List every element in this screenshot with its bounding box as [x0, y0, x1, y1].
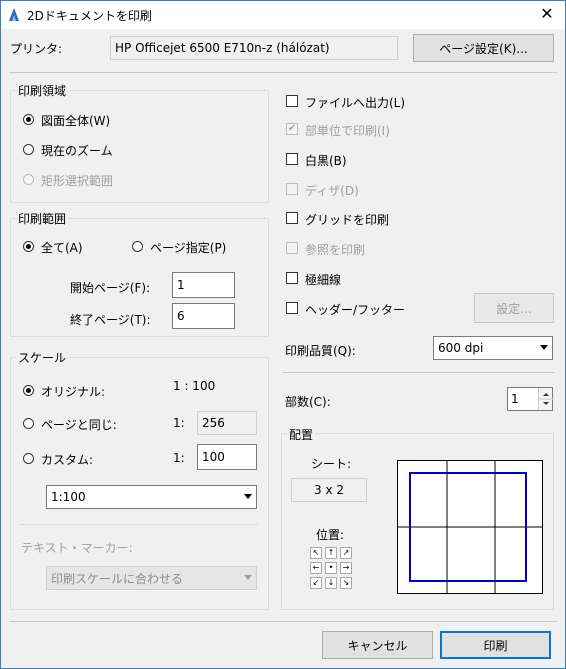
dither-label: ディザ(D) — [305, 184, 359, 198]
scale-fit-page-label[interactable]: ページと同じ: — [41, 416, 117, 433]
print-dialog: 2Dドキュメントを印刷 ✕ プリンタ: HP Officejet 6500 E7… — [0, 0, 566, 669]
start-page-label: 開始ページ(F): — [70, 281, 151, 295]
position-bottom-left-icon[interactable]: ↙ — [310, 577, 322, 589]
black-white-checkbox[interactable] — [286, 153, 298, 165]
radio-whole-drawing[interactable] — [23, 114, 34, 125]
layout-title: 配置 — [287, 426, 316, 443]
printer-name-field: HP Officejet 6500 E710n-z (hálózat) — [110, 36, 398, 60]
separator — [9, 72, 557, 73]
scale-fit-page-value: 256 — [197, 411, 257, 435]
text-marker-label: テキスト・マーカー: — [21, 541, 133, 555]
print-quality-label: 印刷品質(Q): — [285, 344, 356, 358]
scale-fit-page-prefix: 1: — [173, 416, 185, 430]
print-quality-value: 600 dpi — [438, 341, 484, 355]
position-right-icon[interactable]: → — [340, 562, 352, 574]
scale-custom-label[interactable]: カスタム: — [41, 451, 93, 468]
scale-separator — [20, 524, 258, 525]
page-setup-button[interactable]: ページ設定(K)... — [413, 34, 554, 62]
sheets-value-text: 3 x 2 — [314, 483, 344, 497]
position-grid: ↖ ↑ ↗ ← • → ↙ ↓ ↘ — [310, 547, 354, 591]
thin-lines-label[interactable]: 極細線 — [305, 271, 341, 288]
footer-separator — [9, 621, 557, 622]
print-by-unit-label: 部単位で印刷(I) — [305, 124, 390, 138]
copies-spinner[interactable] — [538, 388, 553, 410]
window-title: 2Dドキュメントを印刷 — [27, 9, 152, 23]
scale-original-label[interactable]: オリジナル: — [41, 383, 105, 400]
cancel-button[interactable]: キャンセル — [322, 631, 433, 659]
copies-label: 部数(C): — [285, 395, 331, 409]
scale-title: スケール — [16, 349, 69, 366]
options-separator — [283, 372, 554, 373]
header-footer-label[interactable]: ヘッダー/フッター — [305, 301, 405, 318]
title-bar: 2Dドキュメントを印刷 ✕ — [1, 1, 565, 29]
header-footer-settings-button: 設定... — [474, 293, 554, 323]
scale-custom-prefix: 1: — [173, 451, 185, 465]
position-top-right-icon[interactable]: ↗ — [340, 547, 352, 559]
radio-rect-selection — [23, 174, 34, 185]
radio-all-pages-label[interactable]: 全て(A) — [41, 239, 83, 256]
dither-checkbox — [286, 183, 298, 195]
chevron-down-icon — [244, 494, 252, 499]
radio-rect-selection-label: 矩形選択範囲 — [41, 174, 114, 188]
copies-input[interactable]: 1 — [507, 387, 553, 411]
text-marker-select-value: 印刷スケールに合わせる — [51, 571, 184, 586]
text-marker-select: 印刷スケールに合わせる — [46, 566, 257, 590]
scale-select-value: 1:100 — [51, 490, 86, 504]
sheets-value: 3 x 2 — [291, 478, 367, 502]
print-quality-select[interactable]: 600 dpi — [433, 336, 553, 360]
print-reference-label: 参照を印刷 — [305, 243, 366, 257]
sheet-layout-preview — [397, 460, 543, 594]
position-bottom-icon[interactable]: ↓ — [325, 577, 337, 589]
print-grid-label[interactable]: グリッドを印刷 — [305, 211, 389, 228]
printer-label: プリンタ: — [10, 42, 63, 56]
radio-current-zoom[interactable] — [23, 144, 34, 155]
print-by-unit-checkbox: ✔ — [286, 123, 298, 135]
end-page-input[interactable]: 6 — [172, 303, 235, 329]
app-icon — [8, 7, 20, 22]
scale-custom-input[interactable]: 100 — [197, 444, 257, 470]
scale-select[interactable]: 1:100 — [46, 485, 257, 509]
position-label: 位置: — [316, 528, 345, 542]
position-top-left-icon[interactable]: ↖ — [310, 547, 322, 559]
print-range-title: 印刷範囲 — [16, 210, 69, 227]
header-footer-checkbox[interactable] — [286, 302, 298, 314]
radio-whole-drawing-label[interactable]: 図面全体(W) — [41, 112, 110, 129]
position-center-icon[interactable]: • — [325, 562, 337, 574]
print-grid-checkbox[interactable] — [286, 212, 298, 224]
radio-scale-fit-page[interactable] — [23, 418, 34, 429]
sheets-label: シート: — [311, 457, 352, 471]
sheet-layout-preview-graphic — [398, 461, 542, 593]
scale-original-value: 1 : 100 — [173, 379, 216, 393]
radio-scale-original[interactable] — [23, 385, 34, 396]
radio-current-zoom-label[interactable]: 現在のズーム — [41, 142, 113, 159]
position-top-icon[interactable]: ↑ — [325, 547, 337, 559]
copies-value: 1 — [511, 392, 519, 406]
black-white-label[interactable]: 白黒(B) — [305, 152, 347, 169]
thin-lines-checkbox[interactable] — [286, 272, 298, 284]
print-button[interactable]: 印刷 — [440, 631, 551, 659]
radio-page-range-label[interactable]: ページ指定(P) — [150, 239, 226, 256]
start-page-input[interactable]: 1 — [172, 272, 235, 298]
radio-all-pages[interactable] — [23, 241, 34, 252]
print-reference-checkbox — [286, 242, 298, 254]
chevron-down-icon — [540, 345, 548, 350]
position-left-icon[interactable]: ← — [310, 562, 322, 574]
end-page-label: 終了ページ(T): — [70, 313, 151, 327]
position-bottom-right-icon[interactable]: ↘ — [340, 577, 352, 589]
close-icon[interactable]: ✕ — [537, 4, 557, 24]
radio-scale-custom[interactable] — [23, 453, 34, 464]
print-to-file-checkbox[interactable] — [286, 95, 298, 107]
print-area-title: 印刷領域 — [16, 82, 69, 99]
chevron-down-icon — [244, 575, 252, 580]
print-to-file-label[interactable]: ファイルへ出力(L) — [305, 94, 405, 111]
radio-page-range[interactable] — [132, 241, 143, 252]
